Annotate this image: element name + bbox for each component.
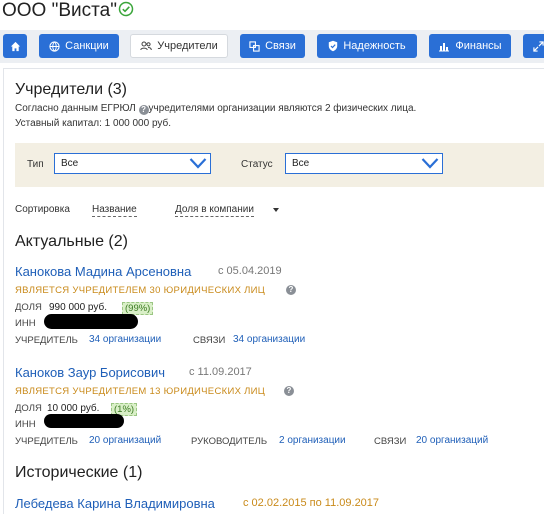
charter-capital: Уставный капитал: 1 000 000 руб.: [15, 118, 172, 129]
links-orgs-link[interactable]: 20 организаций: [416, 435, 488, 446]
share-label: ДОЛЯ: [15, 403, 42, 414]
tab-finance-label: Финансы: [455, 40, 502, 52]
help-icon[interactable]: ?: [284, 386, 294, 396]
type-select[interactable]: Все: [54, 153, 211, 174]
founders-desc-count: учредителями организации являются 2 физи…: [148, 103, 417, 114]
expand-icon: [532, 40, 544, 52]
current-section-title: Актуальные (2): [15, 233, 128, 250]
bar-chart-icon: [439, 42, 450, 51]
type-select-value: Все: [61, 158, 79, 169]
help-icon[interactable]: ?: [286, 285, 296, 295]
company-title: ООО "Виста": [2, 0, 117, 21]
tab-reliability[interactable]: Надежность: [317, 34, 417, 58]
share-label: ДОЛЯ: [15, 302, 42, 313]
users-icon: [140, 41, 153, 51]
chevron-down-icon: [421, 158, 439, 169]
head-orgs-link[interactable]: 2 организации: [279, 435, 346, 446]
sort-label: Сортировка: [15, 204, 70, 215]
historical-founder-name-link[interactable]: Лебедева Карина Владимировна: [15, 496, 215, 511]
tab-founders[interactable]: Учредители: [130, 34, 228, 58]
tab-sanctions-label: Санкции: [65, 40, 109, 52]
sort-by-share[interactable]: Доля в компании: [175, 204, 254, 217]
tab-links-label: Связи: [265, 40, 296, 52]
verified-check-icon: [118, 1, 134, 17]
header: ООО "Виста": [0, 0, 544, 28]
inn-label: ИНН: [15, 318, 36, 329]
founder-since: с 05.04.2019: [218, 265, 282, 277]
founder-since: с 11.09.2017: [189, 366, 252, 378]
shield-icon: [329, 40, 338, 52]
tab-founders-label: Учредители: [157, 40, 218, 52]
home-icon: [10, 41, 20, 51]
tab-more[interactable]: [523, 34, 544, 58]
status-filter-label: Статус: [241, 159, 273, 170]
home-button[interactable]: [3, 34, 27, 58]
founder-orgs-link[interactable]: 34 организации: [89, 334, 161, 345]
sort-direction-icon[interactable]: [273, 208, 279, 212]
founder-name-link[interactable]: Каноков Заур Борисович: [15, 365, 165, 380]
historical-founder-period: с 02.02.2015 по 11.09.2017: [243, 497, 380, 509]
share-value: 10 000 руб.: [47, 403, 100, 414]
founder-role: ЯВЛЯЕТСЯ УЧРЕДИТЕЛЕМ 13 ЮРИДИЧЕСКИХ ЛИЦ: [15, 386, 266, 397]
inn-redacted: [44, 414, 124, 428]
sort-by-name[interactable]: Название: [92, 204, 137, 217]
share-value: 990 000 руб.: [49, 302, 107, 313]
links-label: СВЯЗИ: [374, 436, 407, 447]
founder-role-label: УЧРЕДИТЕЛЬ: [15, 335, 78, 346]
inn-redacted: [44, 314, 138, 329]
founders-desc-source: Согласно данным ЕГРЮЛ: [15, 103, 136, 114]
help-icon[interactable]: ?: [138, 105, 149, 115]
founders-title: Учредители (3): [15, 81, 128, 98]
tab-sanctions[interactable]: Санкции: [39, 34, 119, 58]
filter-box: Тип Все Статус Все: [15, 143, 544, 187]
status-select-value: Все: [292, 158, 310, 169]
chevron-down-icon: [189, 158, 207, 169]
tab-reliability-label: Надежность: [343, 40, 406, 52]
section-navbar: Санкции Учредители Связи Надежность Фина…: [0, 30, 544, 63]
links-orgs-link[interactable]: 34 организации: [233, 334, 305, 345]
founders-description: Согласно данным ЕГРЮЛ ? учредителями орга…: [15, 103, 416, 115]
founder-name-link[interactable]: Канокова Мадина Арсеновна: [15, 264, 191, 279]
head-label: РУКОВОДИТЕЛЬ: [191, 436, 268, 447]
link-icon: [249, 40, 260, 52]
links-label: СВЯЗИ: [193, 335, 226, 346]
inn-label: ИНН: [15, 419, 36, 430]
status-select[interactable]: Все: [285, 153, 443, 174]
founder-role-label: УЧРЕДИТЕЛЬ: [15, 436, 78, 447]
tab-finance[interactable]: Финансы: [429, 34, 511, 58]
founder-orgs-link[interactable]: 20 организаций: [89, 435, 161, 446]
founder-role: ЯВЛЯЕТСЯ УЧРЕДИТЕЛЕМ 30 ЮРИДИЧЕСКИХ ЛИЦ: [15, 285, 266, 296]
tab-links[interactable]: Связи: [240, 34, 305, 58]
type-filter-label: Тип: [27, 159, 44, 170]
globe-icon: [49, 40, 60, 52]
historical-section-title: Исторические (1): [15, 464, 143, 481]
